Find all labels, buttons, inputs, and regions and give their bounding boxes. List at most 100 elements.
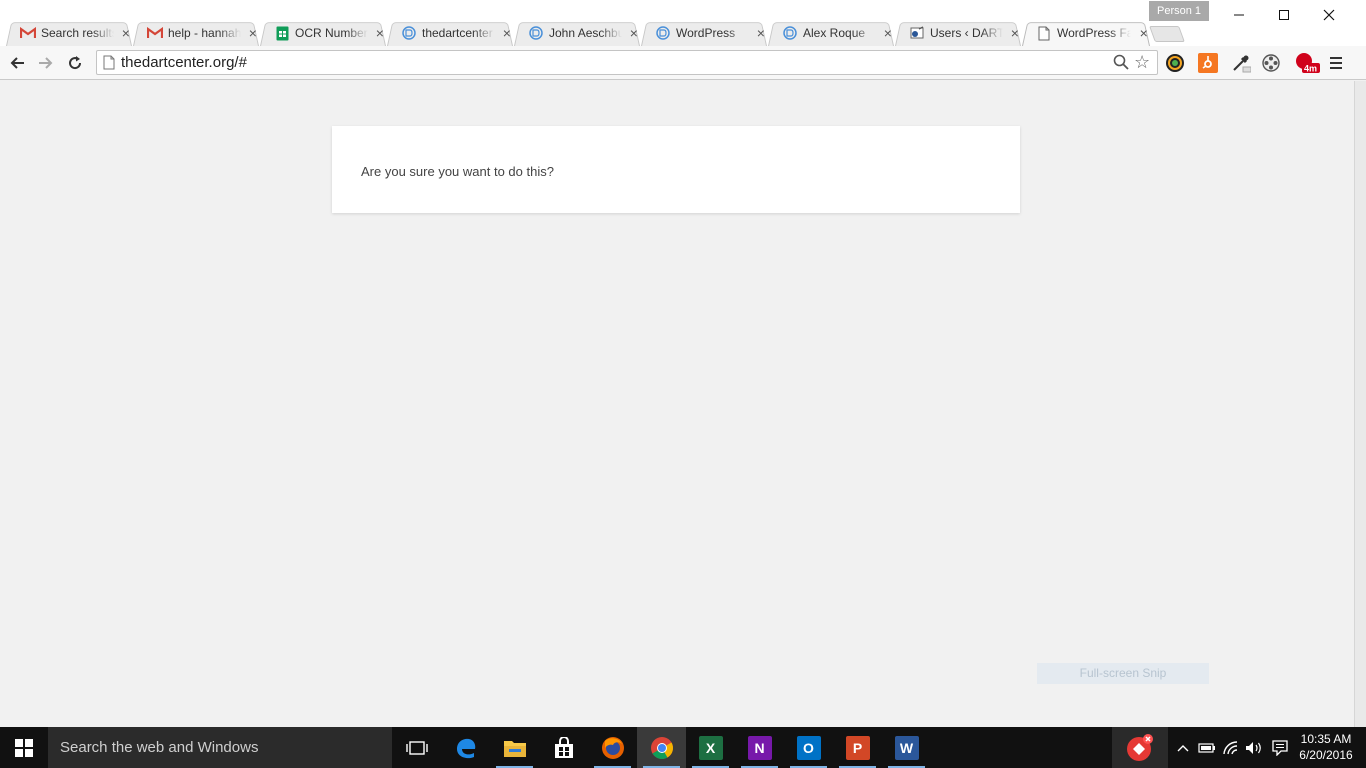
tab-close-icon[interactable]: × [755,25,767,41]
site-icon [528,25,544,41]
wp-die-message-box: Are you sure you want to do this? [332,126,1020,213]
maximize-button[interactable] [1261,4,1307,26]
notification-icon [1272,739,1288,756]
page-scrollbar[interactable] [1354,81,1366,727]
arrow-right-icon [39,57,53,69]
profile-button[interactable]: Person 1 [1149,1,1209,21]
taskbar-firefox[interactable] [588,727,637,768]
tab-title: Users ‹ DART [930,26,1003,40]
bookmark-star-icon[interactable]: ☆ [1134,53,1150,71]
site-icon [782,25,798,41]
gmail-icon [147,25,163,41]
browser-toolbar: thedartcenter.org/# ☆ 4m [0,46,1366,80]
color-picker-extension-icon[interactable] [1165,53,1185,73]
timer-extension-icon[interactable]: 4m [1294,53,1320,74]
close-icon [1323,9,1335,21]
chevron-up-icon [1177,744,1189,751]
tab-wordpress[interactable]: WordPress × [641,20,767,46]
tab-title: Search results [41,26,114,40]
reload-button[interactable] [64,52,86,74]
store-icon [554,736,573,758]
confirmation-message: Are you sure you want to do this? [361,164,554,179]
timer-badge: 4m [1304,64,1317,74]
maximize-icon [1279,10,1289,20]
tab-close-icon[interactable]: × [374,25,386,41]
tab-title: OCR Numbers [295,26,368,40]
forward-button[interactable] [35,52,57,74]
chrome-icon [650,736,673,759]
volume-button[interactable] [1243,727,1265,768]
tab-close-icon[interactable]: × [628,25,640,41]
minimize-button[interactable] [1216,4,1262,26]
tab-ocr-numbers[interactable]: OCR Numbers × [260,20,386,46]
taskbar-store[interactable] [539,727,588,768]
taskbar-outlook[interactable]: O [784,727,833,768]
tray-app-button[interactable] [1112,727,1168,768]
arrow-left-icon [10,57,24,69]
minimize-icon [1234,14,1244,16]
tab-title: Alex Roque [803,26,866,40]
taskbar-file-explorer[interactable] [490,727,539,768]
taskbar-search-box[interactable]: Search the web and Windows [48,727,392,768]
windows-logo-icon [15,738,33,757]
edge-icon [456,738,475,758]
outlook-icon: O [796,735,821,760]
taskbar-onenote[interactable]: N [735,727,784,768]
tab-john-aeschbu[interactable]: John Aeschbu × [514,20,640,46]
new-tab-button[interactable] [1149,26,1185,42]
tab-close-icon[interactable]: × [1137,25,1150,41]
wifi-icon [1223,740,1238,754]
zoom-icon[interactable] [1113,54,1129,75]
taskbar-edge[interactable] [441,727,490,768]
tab-close-icon[interactable]: × [501,25,513,41]
browser-titlebar: Person 1 Search results × help - hannah … [0,0,1366,46]
tab-alex-roque[interactable]: Alex Roque × [768,20,894,46]
taskbar-powerpoint[interactable]: P [833,727,882,768]
start-button[interactable] [0,727,48,768]
onenote-icon: N [747,735,772,760]
tab-close-icon[interactable]: × [882,25,894,41]
page-info-icon[interactable] [103,55,115,75]
tab-title: John Aeschbu [549,26,622,40]
taskbar-clock[interactable]: 10:35 AM 6/20/2016 [1296,731,1356,763]
clock-date: 6/20/2016 [1299,748,1353,762]
back-button[interactable] [6,52,28,74]
wp-admin-icon [909,25,925,41]
menu-button[interactable] [1326,53,1346,73]
task-view-icon [405,740,428,755]
network-button[interactable] [1220,727,1242,768]
timer-app-icon [1127,733,1153,761]
taskbar-excel[interactable]: X [686,727,735,768]
show-hidden-icons-button[interactable] [1174,727,1192,768]
taskbar-search-placeholder: Search the web and Windows [60,739,259,756]
tab-title: WordPress [676,26,736,40]
eyedropper-extension-icon[interactable] [1231,53,1251,73]
tab-close-icon[interactable]: × [120,25,132,41]
video-extension-icon[interactable] [1261,53,1281,73]
battery-button[interactable] [1196,727,1218,768]
tab-help[interactable]: help - hannah × [133,20,259,46]
tab-title: thedartcenter [422,26,493,40]
hubspot-extension-icon[interactable] [1198,53,1218,73]
word-icon: W [894,735,919,760]
tab-search-results[interactable]: Search results × [6,20,132,46]
task-view-button[interactable] [392,727,441,768]
action-center-button[interactable] [1268,727,1292,768]
battery-icon [1198,742,1215,753]
tab-thedartcenter[interactable]: thedartcenter × [387,20,513,46]
tab-title: help - hannah [168,26,241,40]
hamburger-menu-icon [1330,57,1342,69]
site-icon [655,25,671,41]
taskbar-word[interactable]: W [882,727,931,768]
tab-close-icon[interactable]: × [247,25,259,41]
tab-users-dart[interactable]: Users ‹ DART × [895,20,1021,46]
tab-wordpress-failure-notice[interactable]: WordPress Fa × [1022,20,1150,46]
close-window-button[interactable] [1306,4,1352,26]
address-bar[interactable]: thedartcenter.org/# ☆ [96,50,1158,75]
taskbar-chrome[interactable] [637,727,686,768]
full-screen-snip-label: Full-screen Snip [1037,663,1209,684]
url-text[interactable]: thedartcenter.org/# [121,54,247,71]
page-icon [1036,25,1052,41]
tab-close-icon[interactable]: × [1009,25,1021,41]
tab-title: WordPress Fa [1057,26,1132,40]
